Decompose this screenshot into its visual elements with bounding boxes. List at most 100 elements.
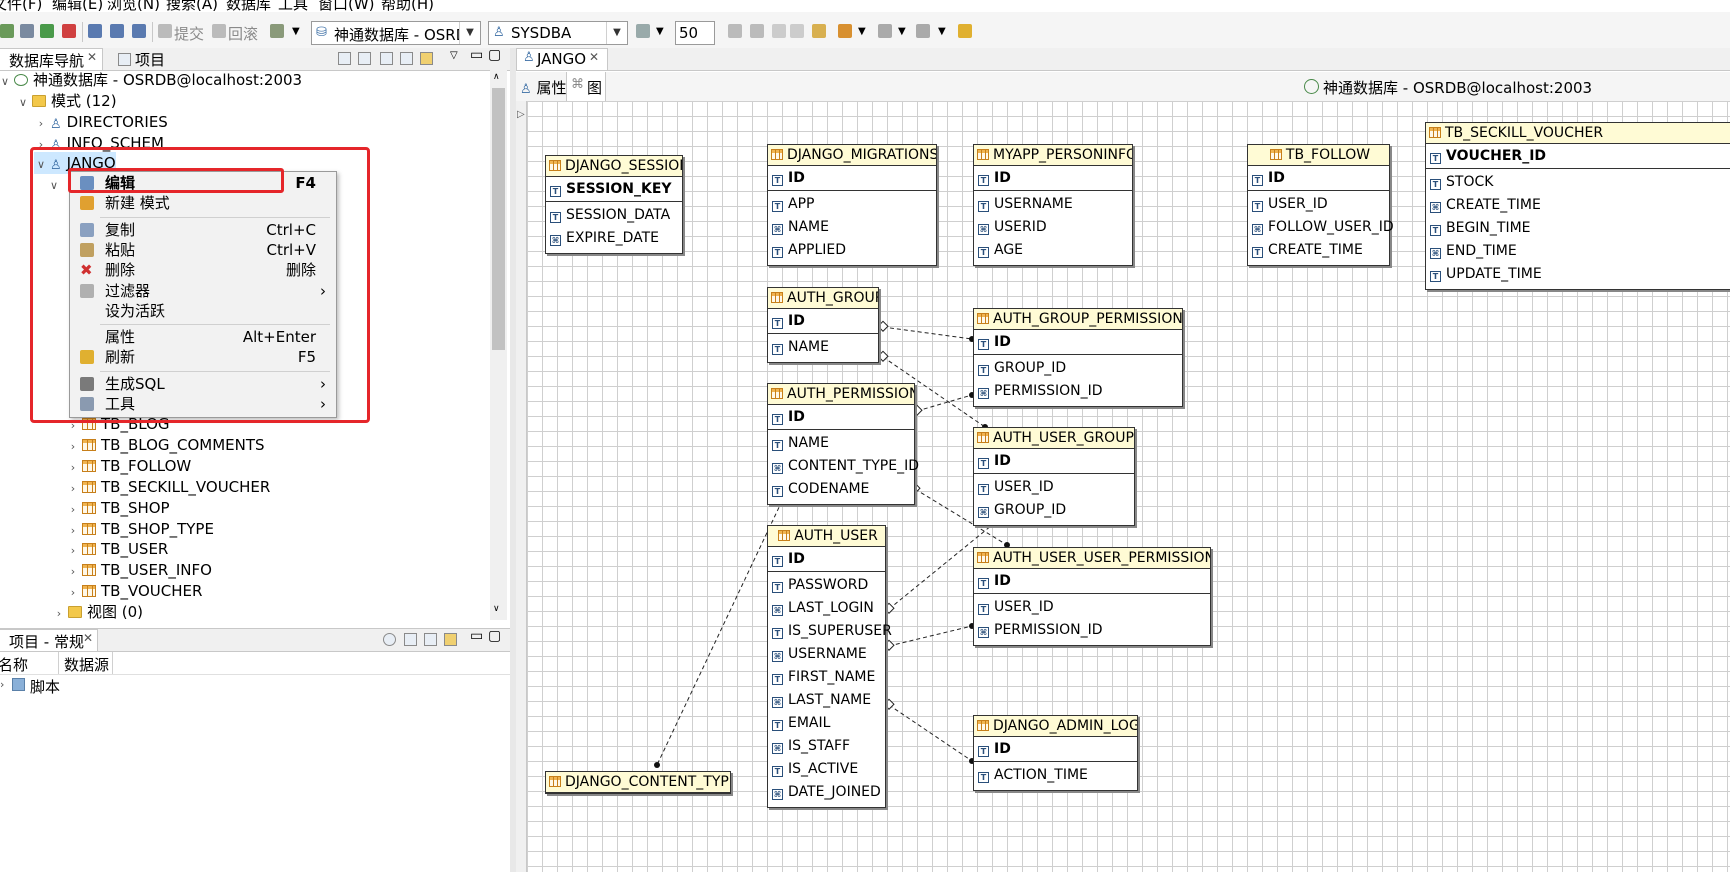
menu-window[interactable]: 窗口(W)	[318, 0, 375, 12]
settings-icon[interactable]	[383, 633, 396, 646]
prev-annotation-icon[interactable]	[916, 24, 930, 38]
sync-icon[interactable]	[420, 52, 433, 65]
context-menu-item[interactable]: 设为活跃	[70, 301, 336, 321]
er-table[interactable]: TB_FOLLOW T ID T USER_ID ⌘ FOLLOW_USER_ID T CREA…	[1247, 144, 1394, 266]
tree-item[interactable]: › TB_VOUCHER	[66, 580, 203, 602]
er-column[interactable]: ⌘ EXPIRE_DATE	[546, 227, 682, 250]
er-column[interactable]: T IS_ACTIVE	[768, 758, 885, 781]
tree-item[interactable]: › ♙ INFO_SCHEM	[34, 132, 164, 154]
er-diagram-canvas[interactable]: DJANGO_SESSION T SESSION_KEY T SESSION_DATA ⌘…	[527, 101, 1730, 872]
er-column[interactable]: T USER_ID	[1248, 193, 1389, 216]
er-primary-key[interactable]: T ID	[1248, 166, 1389, 191]
chevron-down-icon[interactable]: ▼	[898, 26, 906, 37]
new-script-icon[interactable]	[110, 24, 124, 38]
minimize-icon[interactable]: ▭	[470, 47, 483, 63]
tree-item[interactable]: › TB_SHOP	[66, 497, 170, 519]
er-column[interactable]: ⌘ CONTENT_TYPE_ID	[768, 455, 919, 478]
undo-icon[interactable]	[772, 24, 786, 38]
view-menu-icon[interactable]: ▽	[450, 50, 458, 61]
save-all-icon[interactable]	[750, 24, 764, 38]
er-primary-key[interactable]: T ID	[974, 449, 1134, 474]
commit-button[interactable]: 提交	[174, 23, 204, 44]
expand-icon[interactable]	[424, 633, 437, 646]
er-column[interactable]: ⌘ FOLLOW_USER_ID	[1248, 216, 1394, 239]
menu-edit[interactable]: 编辑(E)	[52, 0, 103, 12]
er-primary-key[interactable]: T ID	[974, 737, 1137, 762]
er-primary-key[interactable]: T ID	[974, 569, 1210, 594]
column-header-name[interactable]: 名称	[0, 654, 28, 675]
tab-projects[interactable]: 项目	[118, 49, 165, 70]
er-column[interactable]: T BEGIN_TIME	[1426, 217, 1730, 240]
close-icon[interactable]: ✕	[83, 631, 93, 645]
sql-editor-icon[interactable]	[88, 24, 102, 38]
history-icon[interactable]	[812, 24, 826, 38]
er-table[interactable]: AUTH_GROUP T ID T NAME	[767, 287, 879, 363]
er-column[interactable]: T PASSWORD	[768, 574, 885, 597]
er-column[interactable]: T CODENAME	[768, 478, 914, 501]
er-table[interactable]: AUTH_USER T ID T PASSWORD ⌘ LAST_LOGIN T IS_SUPE…	[767, 525, 892, 808]
er-column[interactable]: T NAME	[768, 432, 914, 455]
er-primary-key[interactable]: T ID	[974, 330, 1182, 355]
tree-item[interactable]: › TB_SHOP_TYPE	[66, 518, 214, 540]
sync-icon[interactable]	[444, 633, 457, 646]
context-menu-item[interactable]: 粘贴 Ctrl+V	[70, 240, 336, 260]
chevron-down-icon[interactable]: ∨	[16, 92, 30, 114]
er-primary-key[interactable]: T ID	[768, 547, 885, 572]
er-primary-key[interactable]: T SESSION_KEY	[546, 177, 682, 202]
er-column[interactable]: ⌘ USERNAME	[768, 643, 885, 666]
menu-navigate[interactable]: 浏览(N)	[107, 0, 160, 12]
chevron-down-icon[interactable]: ∨	[50, 179, 58, 192]
menu-file[interactable]: 文件(F)	[0, 0, 42, 12]
chevron-down-icon[interactable]: ▼	[656, 26, 664, 37]
er-column[interactable]: ⌘ USERID	[974, 216, 1132, 239]
er-column[interactable]: T NAME	[768, 336, 878, 359]
er-column[interactable]: T APP	[768, 193, 936, 216]
er-column[interactable]: T CREATE_TIME	[1248, 239, 1389, 262]
disconnect-icon[interactable]	[62, 24, 76, 38]
close-icon[interactable]: ✕	[589, 50, 599, 64]
datasource-combo[interactable]: ⛁ 神通数据库 - OSRDB( ▼	[311, 21, 481, 45]
tree-item[interactable]: › TB_USER	[66, 538, 169, 560]
er-column[interactable]: ⌘ CREATE_TIME	[1426, 194, 1730, 217]
er-primary-key[interactable]: T ID	[768, 405, 914, 430]
subtab-diagram[interactable]: ⌘ 图	[566, 72, 606, 101]
er-column[interactable]: T GROUP_ID	[974, 357, 1182, 380]
er-table[interactable]: AUTH_GROUP_PERMISSIONS T ID T GROUP_ID ⌘ PERMI…	[973, 308, 1183, 407]
chevron-down-icon[interactable]: ▼	[292, 26, 300, 37]
tab-database-navigator[interactable]: 数据库导航 ✕	[0, 48, 103, 70]
er-column[interactable]: T SESSION_DATA	[546, 204, 682, 227]
er-column[interactable]: ⌘ IS_STAFF	[768, 735, 885, 758]
er-table[interactable]: DJANGO_MIGRATIONS T ID T APP ⌘ NAME T APPLIED	[767, 144, 937, 266]
chevron-right-icon[interactable]: ›	[52, 603, 66, 620]
er-column[interactable]: T USER_ID	[974, 596, 1210, 619]
er-column[interactable]: ⌘ LAST_LOGIN	[768, 597, 885, 620]
open-script-icon[interactable]	[132, 24, 146, 38]
fetch-size-input[interactable]	[675, 21, 715, 45]
context-menu-item[interactable]: 刷新 F5	[70, 347, 336, 367]
context-menu-item[interactable]: 新建 模式	[70, 193, 336, 213]
execution-mode-icon[interactable]	[636, 24, 650, 38]
menu-help[interactable]: 帮助(H)	[381, 0, 434, 12]
er-table[interactable]: AUTH_PERMISSION T ID T NAME ⌘ CONTENT_TYPE_ID T…	[767, 383, 919, 505]
redo-icon[interactable]	[790, 24, 804, 38]
tree-item[interactable]: › ♙ DIRECTORIES	[34, 111, 168, 133]
er-column[interactable]: T APPLIED	[768, 239, 936, 262]
new-folder-icon[interactable]	[380, 52, 393, 65]
rollback-button[interactable]: 回滚	[228, 23, 258, 44]
er-column[interactable]: ⌘ LAST_NAME	[768, 689, 885, 712]
tree-item[interactable]: › 视图 (0)	[52, 601, 143, 620]
collapse-icon[interactable]	[404, 633, 417, 646]
back-icon[interactable]	[958, 24, 972, 38]
er-table[interactable]: AUTH_USER_GROUPS T ID T USER_ID ⌘ GROUP_ID	[973, 427, 1135, 526]
er-column[interactable]: T ACTION_TIME	[974, 764, 1137, 787]
menu-tools[interactable]: 工具	[278, 0, 308, 12]
chevron-down-icon[interactable]: ∨	[0, 71, 12, 93]
connect-icon[interactable]	[0, 24, 14, 38]
menu-search[interactable]: 搜索(A)	[166, 0, 218, 12]
er-column[interactable]: T EMAIL	[768, 712, 885, 735]
minimize-icon[interactable]: ▭	[470, 628, 483, 644]
refresh-icon[interactable]	[40, 24, 54, 38]
er-table[interactable]: DJANGO_SESSION T SESSION_KEY T SESSION_DATA ⌘…	[545, 155, 683, 254]
er-column[interactable]: ⌘ PERMISSION_ID	[974, 619, 1210, 642]
tree-item[interactable]: ∨ 模式 (12)	[16, 90, 117, 112]
